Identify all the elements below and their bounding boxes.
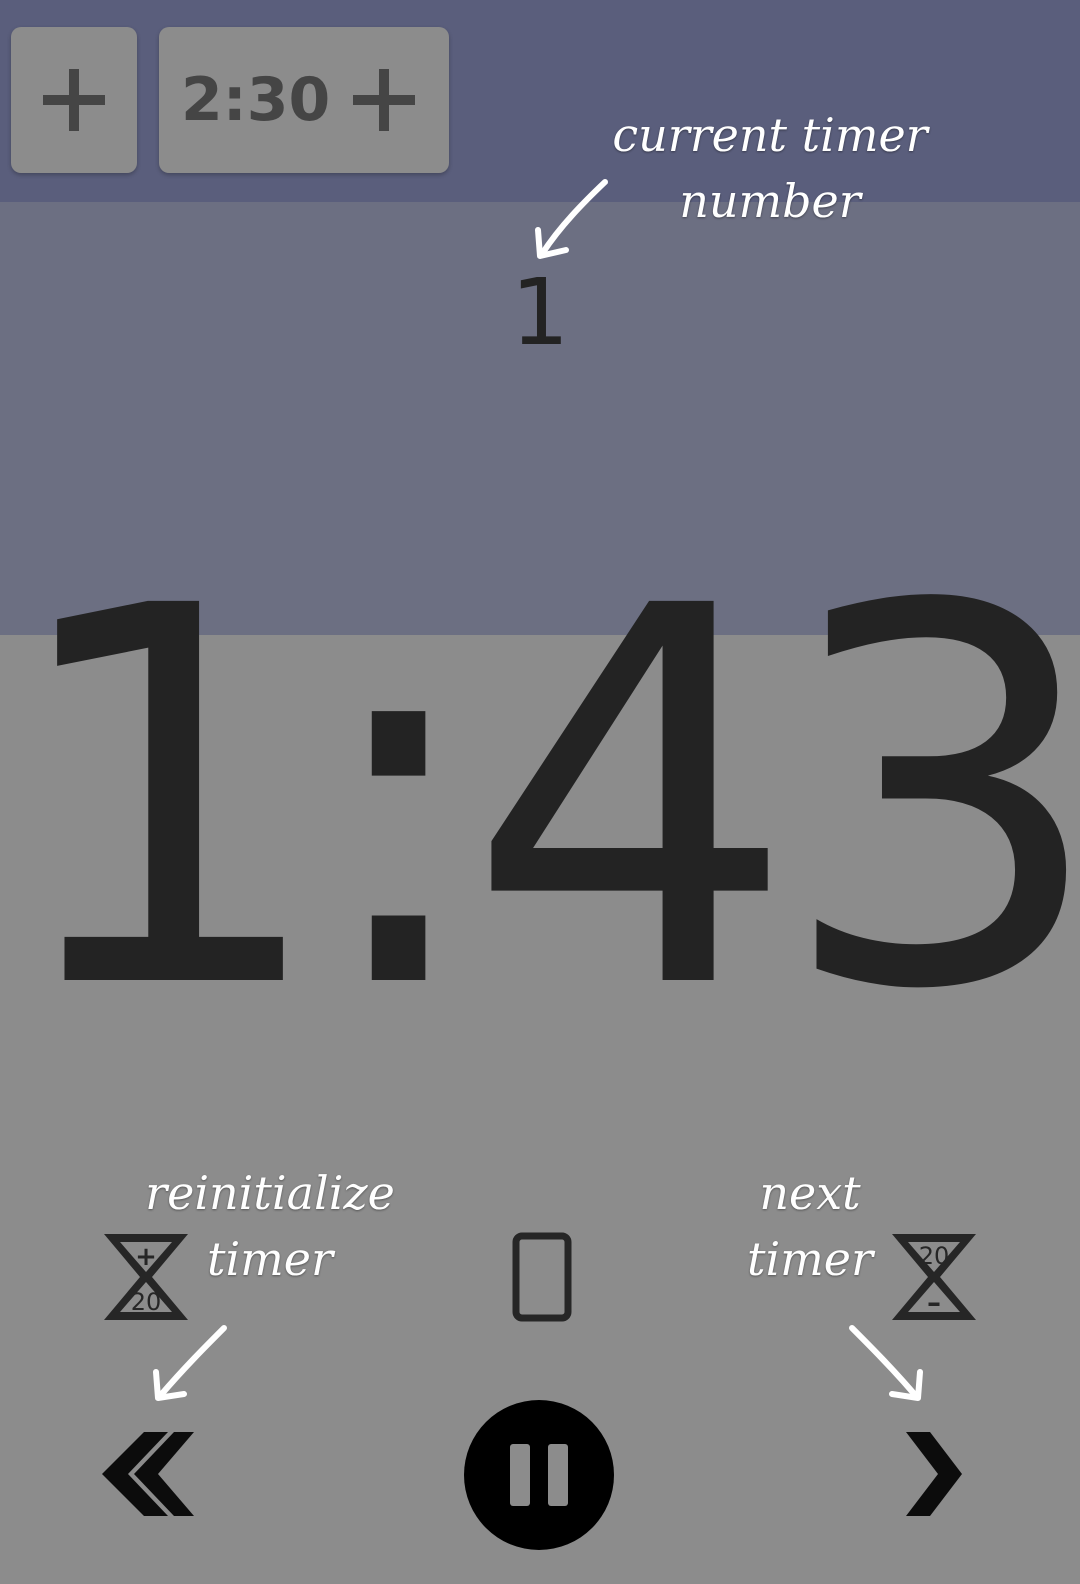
hourglass-minus-label: – xyxy=(927,1286,941,1319)
pause-icon xyxy=(510,1444,568,1506)
next-timer-button[interactable] xyxy=(902,1428,966,1520)
annotation-arrow-icon xyxy=(535,179,608,259)
plus-icon xyxy=(353,69,415,131)
preset-time-label: 2:30 xyxy=(181,65,331,135)
hourglass-add-icon: + 20 xyxy=(104,1234,188,1320)
phone-outline-icon[interactable] xyxy=(512,1232,572,1322)
current-timer-number: 1 xyxy=(510,259,570,366)
hourglass-subtract-icon: 20 – xyxy=(892,1234,976,1320)
hourglass-value-label: 20 xyxy=(131,1288,162,1316)
add-timer-button[interactable] xyxy=(11,27,137,173)
hourglass-plus-label: + xyxy=(135,1242,157,1272)
plus-icon xyxy=(43,69,105,131)
annotation-arrow-icon xyxy=(153,1325,227,1401)
countdown-display: 1:43 xyxy=(0,497,1080,1103)
double-chevron-left-icon xyxy=(102,1432,194,1516)
preset-timer-button[interactable]: 2:30 xyxy=(159,27,449,173)
annotation-arrow-icon xyxy=(849,1325,923,1401)
hourglass-value-label: 20 xyxy=(919,1242,950,1270)
pause-button[interactable] xyxy=(464,1400,614,1550)
annotation-next-timer: next timer xyxy=(746,1166,874,1286)
chevron-right-icon xyxy=(906,1432,962,1516)
reinitialize-timer-button[interactable] xyxy=(96,1428,196,1520)
